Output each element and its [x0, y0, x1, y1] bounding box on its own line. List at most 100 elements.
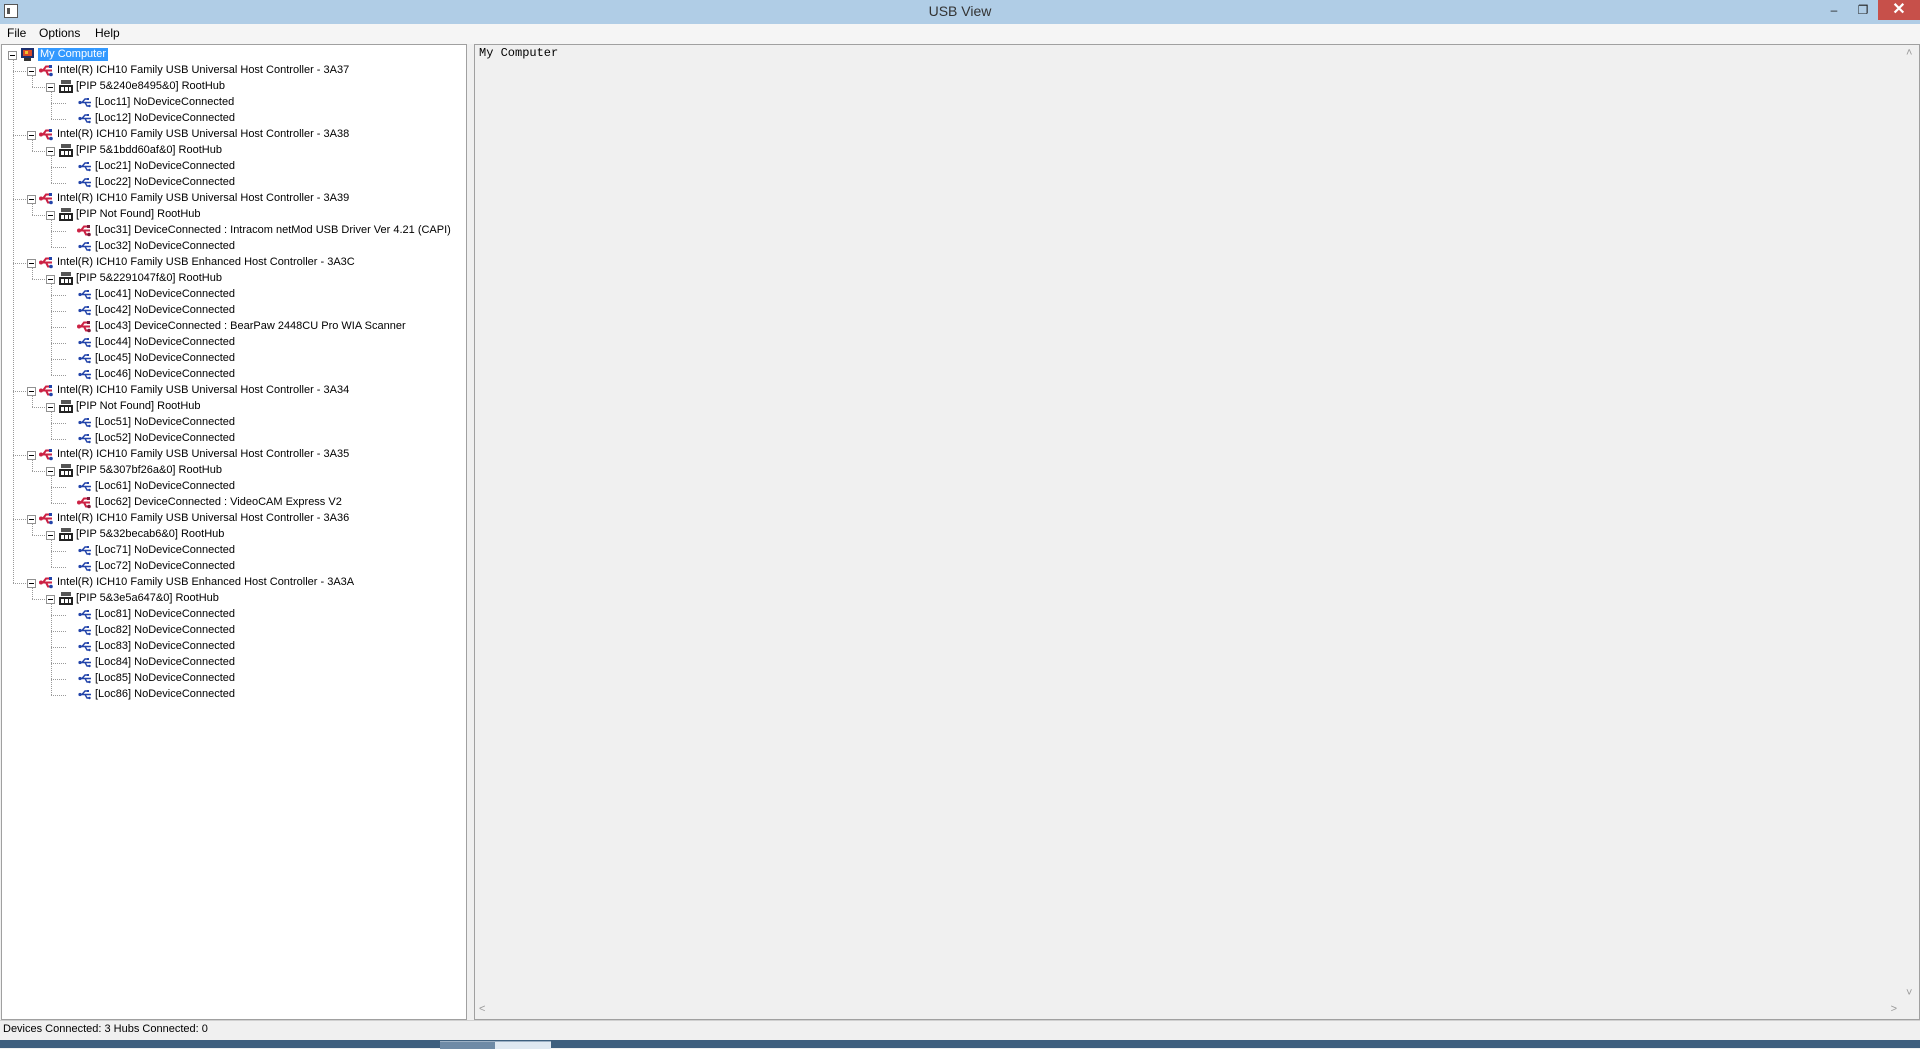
tree-node[interactable]: Intel(R) ICH10 Family USB Universal Host…	[2, 447, 462, 463]
tree-node[interactable]: [PIP 5&307bf26a&0] RootHub	[2, 463, 462, 479]
tree-node-label: [PIP 5&1bdd60af&0] RootHub	[76, 144, 222, 156]
taskbar	[0, 1040, 1920, 1049]
close-button[interactable]: ✕	[1878, 0, 1920, 20]
collapse-toggle-icon[interactable]	[27, 387, 36, 396]
tree-node[interactable]: [PIP 5&240e8495&0] RootHub	[2, 79, 462, 95]
collapse-toggle-icon[interactable]	[27, 131, 36, 140]
detail-pane[interactable]: My Computer ˄ ˅ ˂ ˃	[474, 44, 1920, 1020]
tree-node[interactable]: [Loc21] NoDeviceConnected	[2, 159, 462, 175]
tree-node[interactable]: [Loc32] NoDeviceConnected	[2, 239, 462, 255]
collapse-toggle-icon[interactable]	[46, 147, 55, 156]
tree-node[interactable]: [Loc72] NoDeviceConnected	[2, 559, 462, 575]
scroll-right-icon[interactable]: ˃	[1891, 1003, 1897, 1015]
tree-node[interactable]: [Loc52] NoDeviceConnected	[2, 431, 462, 447]
collapse-toggle-icon[interactable]	[27, 579, 36, 588]
collapse-toggle-icon[interactable]	[27, 451, 36, 460]
tree-node-label: [Loc42] NoDeviceConnected	[95, 304, 236, 316]
minimize-button[interactable]: –	[1820, 0, 1848, 20]
tree-node-label: [PIP 5&307bf26a&0] RootHub	[76, 464, 222, 476]
menu-file[interactable]: File	[7, 26, 26, 40]
usb-port-icon	[77, 432, 93, 445]
tree-node[interactable]: Intel(R) ICH10 Family USB Universal Host…	[2, 383, 462, 399]
tree-node[interactable]: [PIP 5&32becab6&0] RootHub	[2, 527, 462, 543]
usb-port-icon	[77, 480, 93, 493]
tree-node[interactable]: [Loc62] DeviceConnected : VideoCAM Expre…	[2, 495, 462, 511]
tree-node[interactable]: [Loc61] NoDeviceConnected	[2, 479, 462, 495]
tree-node-label: [Loc31] DeviceConnected : Intracom netMo…	[95, 224, 451, 236]
scroll-corner	[1902, 1002, 1919, 1019]
tree-node[interactable]: [PIP Not Found] RootHub	[2, 399, 462, 415]
horizontal-scrollbar[interactable]: ˂ ˃	[475, 1002, 1901, 1019]
scroll-down-icon[interactable]: ˅	[1906, 987, 1912, 999]
collapse-toggle-icon[interactable]	[27, 515, 36, 524]
scroll-up-icon[interactable]: ˄	[1906, 47, 1912, 59]
tree-node-label: Intel(R) ICH10 Family USB Universal Host…	[57, 192, 350, 204]
collapse-toggle-icon[interactable]	[8, 51, 17, 60]
tree-node[interactable]: Intel(R) ICH10 Family USB Universal Host…	[2, 191, 462, 207]
usb-port-icon	[77, 544, 93, 557]
tree-node[interactable]: [Loc42] NoDeviceConnected	[2, 303, 462, 319]
pane-splitter[interactable]	[467, 44, 474, 1018]
scroll-left-icon[interactable]: ˂	[479, 1003, 485, 1015]
tree-node[interactable]: [Loc83] NoDeviceConnected	[2, 639, 462, 655]
tree-node-label: [Loc41] NoDeviceConnected	[95, 288, 236, 300]
collapse-toggle-icon[interactable]	[46, 83, 55, 92]
tree-node[interactable]: [PIP 5&3e5a647&0] RootHub	[2, 591, 462, 607]
tree-node-label: [Loc61] NoDeviceConnected	[95, 480, 236, 492]
tree-node[interactable]: [Loc82] NoDeviceConnected	[2, 623, 462, 639]
tree-node[interactable]: Intel(R) ICH10 Family USB Universal Host…	[2, 511, 462, 527]
usb-port-icon	[77, 304, 93, 317]
usb-port-icon	[77, 416, 93, 429]
tree-node[interactable]: [Loc84] NoDeviceConnected	[2, 655, 462, 671]
usb-controller-icon	[39, 384, 55, 397]
tree-node[interactable]: Intel(R) ICH10 Family USB Enhanced Host …	[2, 255, 462, 271]
tree-node[interactable]: [Loc22] NoDeviceConnected	[2, 175, 462, 191]
usb-port-icon	[77, 560, 93, 573]
collapse-toggle-icon[interactable]	[46, 467, 55, 476]
menu-help[interactable]: Help	[95, 26, 120, 40]
computer-icon	[20, 48, 36, 61]
usb-port-icon	[77, 608, 93, 621]
collapse-toggle-icon[interactable]	[46, 531, 55, 540]
tree-node[interactable]: My Computer	[2, 47, 462, 63]
collapse-toggle-icon[interactable]	[27, 259, 36, 268]
tree-node[interactable]: [Loc44] NoDeviceConnected	[2, 335, 462, 351]
tree-node-label: Intel(R) ICH10 Family USB Universal Host…	[57, 128, 350, 140]
device-tree[interactable]: My Computer Intel(R) ICH10 Family USB Uni…	[1, 44, 467, 1020]
tree-node[interactable]: [Loc85] NoDeviceConnected	[2, 671, 462, 687]
menu-options[interactable]: Options	[39, 26, 80, 40]
usb-controller-icon	[39, 128, 55, 141]
collapse-toggle-icon[interactable]	[46, 275, 55, 284]
tree-node[interactable]: [Loc86] NoDeviceConnected	[2, 687, 462, 703]
collapse-toggle-icon[interactable]	[46, 595, 55, 604]
usb-hub-icon	[58, 400, 74, 413]
usb-port-icon	[77, 656, 93, 669]
tree-node[interactable]: [Loc12] NoDeviceConnected	[2, 111, 462, 127]
tree-node[interactable]: Intel(R) ICH10 Family USB Universal Host…	[2, 63, 462, 79]
tree-node[interactable]: [PIP 5&1bdd60af&0] RootHub	[2, 143, 462, 159]
tree-node[interactable]: [Loc71] NoDeviceConnected	[2, 543, 462, 559]
collapse-toggle-icon[interactable]	[46, 403, 55, 412]
usb-port-icon	[77, 336, 93, 349]
tree-node[interactable]: [Loc51] NoDeviceConnected	[2, 415, 462, 431]
tree-node[interactable]: [Loc81] NoDeviceConnected	[2, 607, 462, 623]
tree-node[interactable]: [Loc43] DeviceConnected : BearPaw 2448CU…	[2, 319, 462, 335]
vertical-scrollbar[interactable]: ˄ ˅	[1902, 45, 1919, 1001]
maximize-button[interactable]: ❐	[1848, 0, 1878, 20]
tree-node[interactable]: [Loc41] NoDeviceConnected	[2, 287, 462, 303]
usb-hub-icon	[58, 464, 74, 477]
window-title: USB View	[928, 3, 992, 19]
collapse-toggle-icon[interactable]	[27, 67, 36, 76]
tree-node-label: [PIP 5&32becab6&0] RootHub	[76, 528, 225, 540]
tree-node[interactable]: [PIP 5&2291047f&0] RootHub	[2, 271, 462, 287]
tree-node[interactable]: Intel(R) ICH10 Family USB Universal Host…	[2, 127, 462, 143]
collapse-toggle-icon[interactable]	[46, 211, 55, 220]
tree-node[interactable]: Intel(R) ICH10 Family USB Enhanced Host …	[2, 575, 462, 591]
tree-node-label: [PIP 5&3e5a647&0] RootHub	[76, 592, 219, 604]
tree-node[interactable]: [Loc46] NoDeviceConnected	[2, 367, 462, 383]
tree-node[interactable]: [Loc31] DeviceConnected : Intracom netMo…	[2, 223, 462, 239]
collapse-toggle-icon[interactable]	[27, 195, 36, 204]
tree-node[interactable]: [PIP Not Found] RootHub	[2, 207, 462, 223]
tree-node[interactable]: [Loc45] NoDeviceConnected	[2, 351, 462, 367]
tree-node[interactable]: [Loc11] NoDeviceConnected	[2, 95, 462, 111]
